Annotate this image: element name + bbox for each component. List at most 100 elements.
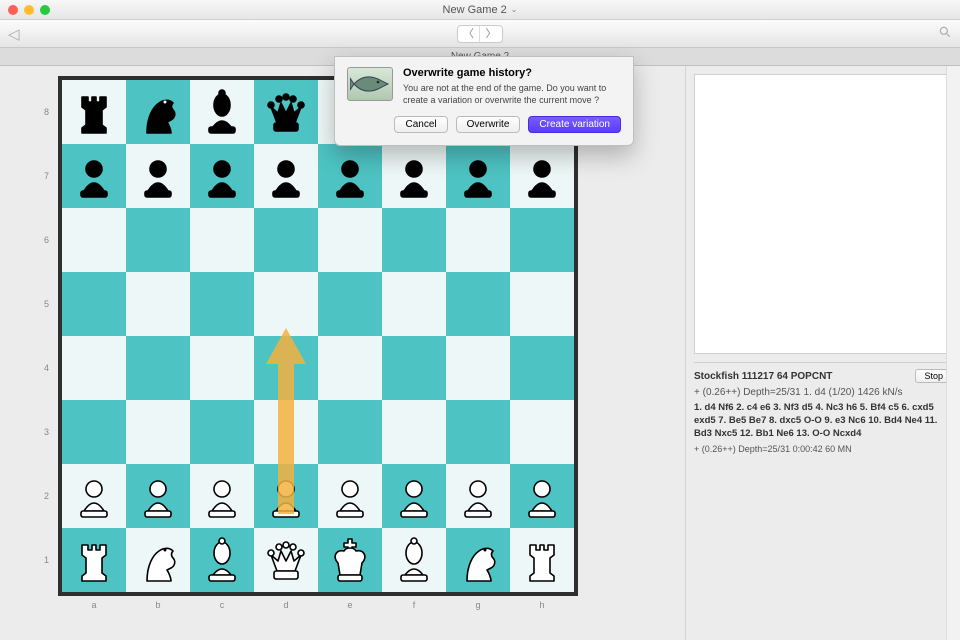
square-b8[interactable]	[126, 80, 190, 144]
chess-board[interactable]	[62, 80, 574, 592]
square-c5[interactable]	[190, 272, 254, 336]
square-a5[interactable]	[62, 272, 126, 336]
square-h4[interactable]	[510, 336, 574, 400]
square-f6[interactable]	[382, 208, 446, 272]
square-e3[interactable]	[318, 400, 382, 464]
square-a2[interactable]	[62, 464, 126, 528]
square-e6[interactable]	[318, 208, 382, 272]
nav-next-button[interactable]: 〉	[480, 26, 502, 42]
file-label: d	[254, 600, 318, 610]
square-h3[interactable]	[510, 400, 574, 464]
file-label: f	[382, 600, 446, 610]
square-h6[interactable]	[510, 208, 574, 272]
create-variation-button[interactable]: Create variation	[528, 116, 621, 133]
chess-board-container: 8 7 6 5 4 3 2 1 a b c d e f g h	[58, 76, 578, 596]
square-h2[interactable]	[510, 464, 574, 528]
square-b1[interactable]	[126, 528, 190, 592]
square-a6[interactable]	[62, 208, 126, 272]
dialog-message: You are not at the end of the game. Do y…	[403, 83, 621, 106]
square-d8[interactable]	[254, 80, 318, 144]
square-g4[interactable]	[446, 336, 510, 400]
square-b2[interactable]	[126, 464, 190, 528]
square-g7[interactable]	[446, 144, 510, 208]
square-c4[interactable]	[190, 336, 254, 400]
back-triangle-icon[interactable]: ◁	[8, 25, 20, 43]
scrollbar[interactable]	[946, 66, 960, 640]
square-a4[interactable]	[62, 336, 126, 400]
window-title: New Game 2 ⌄	[443, 4, 518, 16]
nav-prev-button[interactable]: 〈	[458, 26, 480, 42]
square-f7[interactable]	[382, 144, 446, 208]
move-arrow	[254, 328, 318, 528]
cancel-button[interactable]: Cancel	[394, 116, 447, 133]
file-label: g	[446, 600, 510, 610]
dialog-title: Overwrite game history?	[403, 67, 621, 79]
square-c8[interactable]	[190, 80, 254, 144]
side-panel: Stockfish 111217 64 POPCNT Stop + (0.26+…	[685, 66, 960, 640]
square-a7[interactable]	[62, 144, 126, 208]
square-g3[interactable]	[446, 400, 510, 464]
square-b5[interactable]	[126, 272, 190, 336]
square-e4[interactable]	[318, 336, 382, 400]
chevron-down-icon[interactable]: ⌄	[511, 5, 518, 14]
square-g6[interactable]	[446, 208, 510, 272]
square-d6[interactable]	[254, 208, 318, 272]
square-g5[interactable]	[446, 272, 510, 336]
close-window-button[interactable]	[8, 5, 18, 15]
square-h1[interactable]	[510, 528, 574, 592]
overwrite-button[interactable]: Overwrite	[456, 116, 521, 133]
square-a3[interactable]	[62, 400, 126, 464]
board-pane: 8 7 6 5 4 3 2 1 a b c d e f g h	[0, 66, 685, 640]
square-f1[interactable]	[382, 528, 446, 592]
square-h5[interactable]	[510, 272, 574, 336]
rank-label: 5	[44, 272, 49, 336]
file-label: a	[62, 600, 126, 610]
square-d7[interactable]	[254, 144, 318, 208]
square-d5[interactable]	[254, 272, 318, 336]
square-c7[interactable]	[190, 144, 254, 208]
square-b7[interactable]	[126, 144, 190, 208]
rank-label: 1	[44, 528, 49, 592]
square-c2[interactable]	[190, 464, 254, 528]
square-g2[interactable]	[446, 464, 510, 528]
square-c1[interactable]	[190, 528, 254, 592]
square-c3[interactable]	[190, 400, 254, 464]
square-f5[interactable]	[382, 272, 446, 336]
square-e5[interactable]	[318, 272, 382, 336]
square-e2[interactable]	[318, 464, 382, 528]
rank-labels: 8 7 6 5 4 3 2 1	[44, 80, 49, 592]
square-b4[interactable]	[126, 336, 190, 400]
search-icon[interactable]	[938, 25, 952, 42]
square-f2[interactable]	[382, 464, 446, 528]
square-f4[interactable]	[382, 336, 446, 400]
square-g1[interactable]	[446, 528, 510, 592]
file-label: c	[190, 600, 254, 610]
file-label: h	[510, 600, 574, 610]
rank-label: 4	[44, 336, 49, 400]
minimize-window-button[interactable]	[24, 5, 34, 15]
square-e7[interactable]	[318, 144, 382, 208]
engine-stats: + (0.26++) Depth=25/31 0:00:42 60 MN	[694, 444, 952, 454]
square-a8[interactable]	[62, 80, 126, 144]
rank-label: 3	[44, 400, 49, 464]
square-b6[interactable]	[126, 208, 190, 272]
rank-label: 8	[44, 80, 49, 144]
window-title-text: New Game 2	[443, 4, 507, 16]
square-b3[interactable]	[126, 400, 190, 464]
square-h7[interactable]	[510, 144, 574, 208]
window-titlebar: New Game 2 ⌄	[0, 0, 960, 20]
notation-area[interactable]	[694, 74, 952, 354]
square-e1[interactable]	[318, 528, 382, 592]
engine-panel: Stockfish 111217 64 POPCNT Stop + (0.26+…	[694, 362, 952, 454]
square-f3[interactable]	[382, 400, 446, 464]
square-c6[interactable]	[190, 208, 254, 272]
engine-name: Stockfish 111217 64 POPCNT	[694, 371, 832, 382]
rank-label: 2	[44, 464, 49, 528]
zoom-window-button[interactable]	[40, 5, 50, 15]
engine-pv-line: 1. d4 Nf6 2. c4 e6 3. Nf3 d5 4. Nc3 h6 5…	[694, 402, 952, 440]
square-d1[interactable]	[254, 528, 318, 592]
square-a1[interactable]	[62, 528, 126, 592]
file-label: e	[318, 600, 382, 610]
engine-summary: + (0.26++) Depth=25/31 1. d4 (1/20) 1426…	[694, 387, 952, 398]
window-controls	[0, 5, 50, 15]
